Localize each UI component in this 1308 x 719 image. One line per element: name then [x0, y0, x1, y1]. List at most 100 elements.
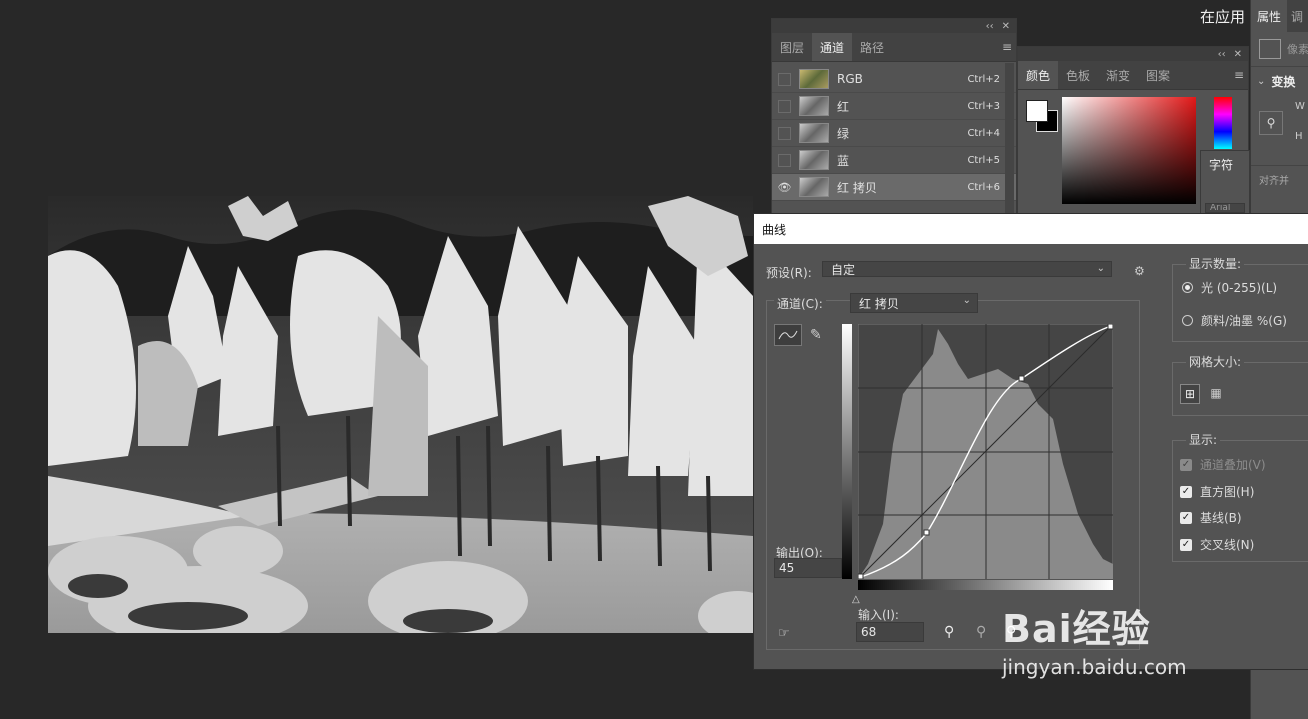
- foreground-color-swatch[interactable]: [1026, 100, 1048, 122]
- font-family-field[interactable]: Arial: [1205, 203, 1245, 213]
- preset-dropdown[interactable]: 自定 ⌄: [822, 261, 1112, 277]
- layer-type-label: 像素: [1287, 43, 1308, 56]
- hue-slider[interactable]: [1214, 97, 1232, 149]
- header-text: 在应用: [1200, 8, 1246, 26]
- output-field[interactable]: 45: [774, 558, 842, 578]
- option-label: 交叉线(N): [1200, 538, 1255, 552]
- channel-name: 蓝: [837, 153, 850, 168]
- channel-name: 红: [837, 99, 850, 114]
- tab-properties[interactable]: 属性: [1251, 0, 1288, 32]
- close-icon[interactable]: ✕: [1002, 21, 1010, 32]
- tab-paths[interactable]: 路径: [852, 33, 892, 61]
- black-point-slider[interactable]: △: [852, 594, 860, 605]
- channels-tabbar: 图层 通道 路径 ≡: [772, 33, 1016, 62]
- channel-row-red[interactable]: 红 Ctrl+3: [772, 93, 1016, 120]
- curve-point-tool[interactable]: [774, 324, 802, 346]
- align-section-title: 对齐并: [1259, 175, 1289, 187]
- input-label: 输入(I):: [858, 608, 899, 622]
- checkbox: ✓: [1180, 458, 1192, 471]
- curve-icon: [778, 330, 798, 340]
- gray-eyedropper-icon[interactable]: ⚲: [976, 624, 986, 640]
- landscape-photo: [48, 196, 753, 633]
- input-gradient-bar: [858, 580, 1113, 590]
- grid-detailed-icon[interactable]: ▦: [1206, 384, 1226, 404]
- character-panel: 字符 Arial: [1200, 150, 1250, 214]
- watermark-url: jingyan.baidu.com: [1002, 655, 1187, 679]
- visibility-toggle[interactable]: [778, 126, 791, 140]
- ink-option[interactable]: 颜料/油墨 %(G): [1182, 312, 1287, 329]
- channel-dropdown[interactable]: 红 拷贝 ⌄: [850, 293, 978, 313]
- channel-row-rgb[interactable]: RGB Ctrl+2: [772, 66, 1016, 93]
- tab-patterns[interactable]: 图案: [1138, 61, 1178, 89]
- pencil-icon[interactable]: ✎: [810, 327, 822, 343]
- eye-icon[interactable]: 👁: [778, 181, 792, 194]
- collapse-icon[interactable]: ‹‹: [1218, 49, 1226, 60]
- tab-layers[interactable]: 图层: [772, 33, 812, 61]
- close-icon[interactable]: ✕: [1234, 49, 1242, 60]
- panel-menu-icon[interactable]: ≡: [1002, 40, 1012, 54]
- show-amount-title: 显示数量:: [1186, 255, 1245, 272]
- option-label: 基线(B): [1200, 511, 1242, 525]
- visibility-toggle[interactable]: [778, 153, 791, 167]
- chevron-down-icon[interactable]: ⌄: [1257, 76, 1265, 87]
- intersection-option[interactable]: ✓ 交叉线(N): [1180, 536, 1254, 553]
- dialog-title: 曲线: [754, 214, 1308, 244]
- transform-section-title: 变换: [1271, 74, 1296, 89]
- light-option[interactable]: 光 (0-255)(L): [1182, 279, 1277, 296]
- channel-thumbnail: [799, 123, 829, 143]
- channel-shortcut: Ctrl+3: [967, 100, 1000, 112]
- preset-value: 自定: [831, 262, 856, 277]
- radio-button[interactable]: [1182, 282, 1193, 293]
- document-canvas-image[interactable]: [48, 196, 753, 633]
- show-amount-frame: [1172, 264, 1308, 342]
- visibility-toggle[interactable]: [778, 99, 791, 113]
- panel-scrollbar[interactable]: [1005, 63, 1014, 217]
- black-eyedropper-icon[interactable]: ⚲: [944, 624, 954, 640]
- channel-row-red-copy[interactable]: 👁 红 拷贝 Ctrl+6: [772, 174, 1016, 201]
- tab-character[interactable]: 字符: [1201, 151, 1247, 177]
- tab-swatches[interactable]: 色板: [1058, 61, 1098, 89]
- channel-shortcut: Ctrl+2: [967, 73, 1000, 85]
- channel-shortcut: Ctrl+6: [967, 181, 1000, 193]
- visibility-toggle[interactable]: [778, 72, 791, 86]
- gear-icon[interactable]: ⚙: [1134, 264, 1145, 278]
- chevron-down-icon: ⌄: [1096, 263, 1105, 274]
- channel-thumbnail: [799, 150, 829, 170]
- color-picker-field[interactable]: [1062, 97, 1196, 204]
- channel-name: 绿: [837, 126, 850, 141]
- panel-header-bar: ‹‹ ✕: [1018, 47, 1248, 61]
- watermark-brand: Bai经验: [1002, 607, 1151, 651]
- tab-channels[interactable]: 通道: [812, 33, 853, 61]
- grid-simple-icon[interactable]: ⊞: [1180, 384, 1200, 404]
- grid-size-title: 网格大小:: [1186, 353, 1245, 370]
- channel-label: 通道(C):: [774, 295, 826, 312]
- show-title: 显示:: [1186, 431, 1221, 448]
- tab-gradients[interactable]: 渐变: [1098, 61, 1138, 89]
- checkbox[interactable]: ✓: [1180, 511, 1192, 524]
- chevron-down-icon: ⌄: [962, 295, 971, 306]
- curve-point[interactable]: [858, 573, 864, 579]
- channel-row-green[interactable]: 绿 Ctrl+4: [772, 120, 1016, 147]
- target-adjust-icon[interactable]: ☞: [778, 626, 790, 641]
- tab-adjustments[interactable]: 调: [1287, 0, 1307, 32]
- curve-graph[interactable]: [858, 324, 1113, 579]
- channel-thumbnail: [799, 177, 829, 197]
- checkbox[interactable]: ✓: [1180, 485, 1192, 498]
- channel-value: 红 拷贝: [859, 296, 899, 311]
- tab-color[interactable]: 颜色: [1018, 61, 1059, 89]
- radio-button[interactable]: [1182, 315, 1193, 326]
- baseline-option[interactable]: ✓ 基线(B): [1180, 509, 1242, 526]
- preset-label: 预设(R):: [766, 266, 812, 280]
- link-icon[interactable]: ⚲: [1259, 111, 1283, 135]
- curve-point[interactable]: [923, 529, 930, 536]
- channel-row-blue[interactable]: 蓝 Ctrl+5: [772, 147, 1016, 174]
- channel-thumbnail: [799, 96, 829, 116]
- channel-overlay-option: ✓ 通道叠加(V): [1180, 456, 1266, 473]
- input-field[interactable]: 68: [856, 622, 924, 642]
- histogram-option[interactable]: ✓ 直方图(H): [1180, 483, 1254, 500]
- curve-point[interactable]: [1018, 375, 1025, 382]
- checkbox[interactable]: ✓: [1180, 538, 1192, 551]
- panel-menu-icon[interactable]: ≡: [1234, 68, 1244, 82]
- curve-point[interactable]: [1107, 324, 1113, 330]
- collapse-icon[interactable]: ‹‹: [986, 21, 994, 32]
